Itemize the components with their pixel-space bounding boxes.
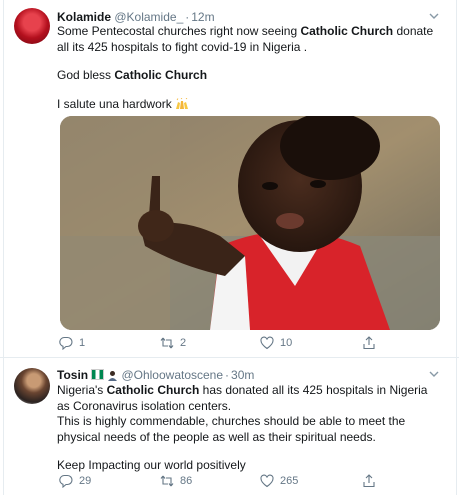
- like-button[interactable]: 265: [260, 474, 298, 488]
- author-name[interactable]: Tosin: [57, 368, 88, 382]
- text-bold: Catholic Church: [114, 68, 208, 82]
- text-bold: Catholic Church: [300, 24, 394, 38]
- text-segment: Nigeria's: [57, 383, 107, 397]
- retweet-icon: [160, 475, 174, 487]
- avatar[interactable]: [14, 368, 50, 404]
- tweet-time[interactable]: 30m: [231, 368, 254, 382]
- reply-button[interactable]: 29: [59, 474, 91, 488]
- like-button[interactable]: 10: [260, 336, 292, 350]
- share-button[interactable]: [362, 474, 376, 488]
- separator-dot: ·: [225, 368, 230, 382]
- tweet-actions: 1 2 10: [57, 336, 419, 354]
- retweet-count: 2: [180, 337, 187, 349]
- text-segment: Keep Impacting our world positively: [57, 458, 246, 472]
- tweet-media-photo[interactable]: [60, 116, 440, 330]
- raising-hands-icon: [175, 97, 189, 110]
- author-handle[interactable]: @Ohloowatoscene: [121, 368, 223, 382]
- tweet[interactable]: Kolamide @Kolamide_ · 12m Some Pentecostal…: [0, 0, 459, 357]
- tweet-text: Nigeria's Catholic Church has donated al…: [57, 383, 439, 474]
- like-icon: [260, 336, 274, 350]
- author-name[interactable]: Kolamide: [57, 10, 111, 24]
- separator-dot: ·: [185, 10, 190, 24]
- nigeria-flag-icon: [91, 369, 105, 380]
- reply-count: 1: [79, 337, 86, 349]
- tweet-time[interactable]: 12m: [191, 10, 214, 24]
- like-count: 10: [280, 337, 293, 349]
- share-icon: [363, 474, 375, 488]
- chevron-down-icon[interactable]: [427, 367, 441, 381]
- text-segment: Some Pentecostal churches right now seei…: [57, 24, 301, 38]
- reply-icon: [59, 336, 73, 350]
- reply-count: 29: [79, 475, 92, 487]
- retweet-button[interactable]: 86: [160, 474, 192, 488]
- tweet-header: Tosin @Ohloowatoscene · 30m: [57, 368, 254, 382]
- share-icon: [363, 336, 375, 350]
- tweet[interactable]: Tosin @Ohloowatoscene · 30m Nigeria's Cath…: [0, 357, 459, 495]
- person-icon: [107, 370, 118, 381]
- author-handle[interactable]: @Kolamide_: [114, 10, 183, 24]
- retweet-icon: [160, 337, 174, 349]
- tweet-header: Kolamide @Kolamide_ · 12m: [57, 10, 215, 24]
- retweet-count: 86: [180, 475, 193, 487]
- text-segment: This is highly commendable, churches sho…: [57, 414, 406, 444]
- text-bold: Catholic Church: [106, 383, 200, 397]
- text-segment: I salute una hardwork: [57, 96, 172, 111]
- share-button[interactable]: [362, 336, 376, 350]
- reply-button[interactable]: 1: [59, 336, 85, 350]
- like-icon: [260, 474, 274, 488]
- tweet-actions: 29 86 265: [57, 474, 419, 492]
- retweet-button[interactable]: 2: [160, 336, 186, 350]
- chevron-down-icon[interactable]: [427, 9, 441, 23]
- text-segment: God bless: [57, 68, 115, 82]
- reply-icon: [59, 474, 73, 488]
- tweet-text: Some Pentecostal churches right now seei…: [57, 24, 439, 112]
- avatar[interactable]: [14, 8, 50, 44]
- like-count: 265: [280, 475, 299, 487]
